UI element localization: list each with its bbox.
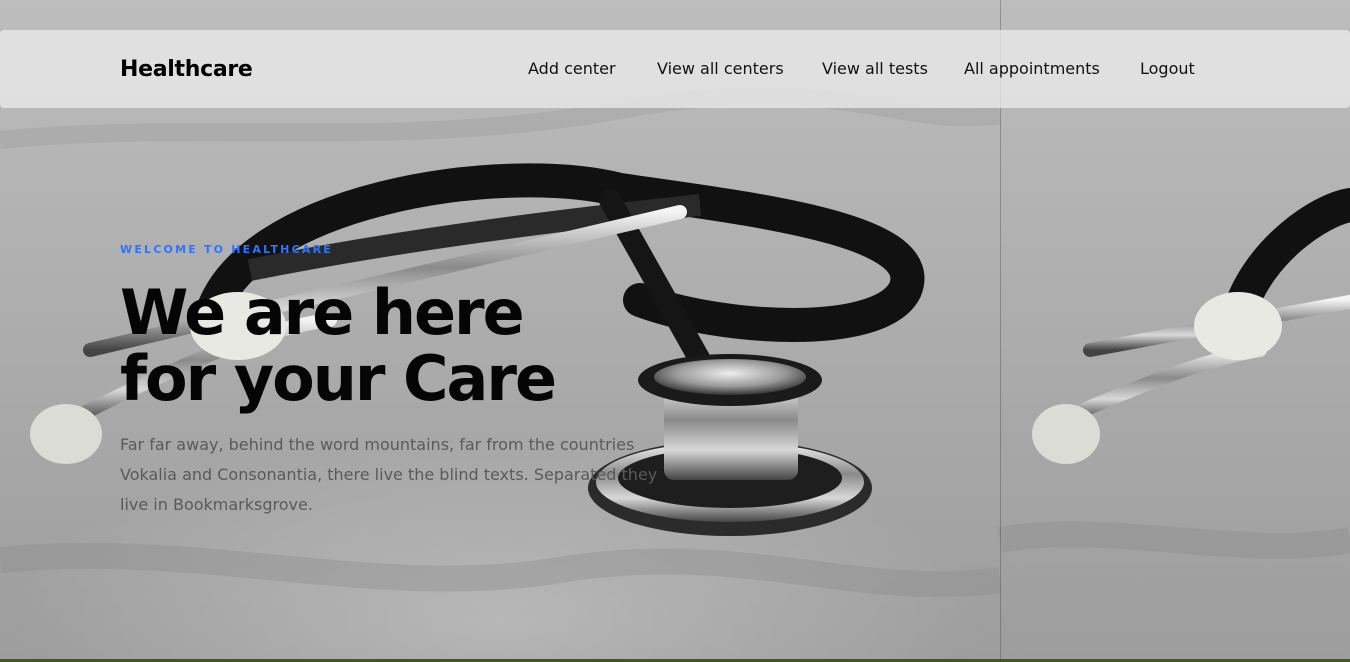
hero-headline-line2: for your Care — [120, 342, 557, 415]
nav-link-view-all-centers[interactable]: View all centers — [657, 59, 784, 78]
hero-description: Far far away, behind the word mountains,… — [120, 435, 658, 514]
hero-headline: We are here for your Care — [120, 280, 680, 412]
nav-link-all-appointments[interactable]: All appointments — [964, 59, 1100, 78]
nav-link-view-all-tests[interactable]: View all tests — [822, 59, 928, 78]
nav-link-logout[interactable]: Logout — [1140, 59, 1195, 78]
top-navbar: Healthcare Add center View all centers V… — [0, 30, 1350, 108]
hero-headline-line1: We are here — [120, 276, 525, 349]
nav-link-add-center[interactable]: Add center — [528, 59, 616, 78]
brand-logo[interactable]: Healthcare — [120, 57, 253, 82]
hero-eyebrow: WELCOME TO HEALTHCARE — [120, 243, 333, 256]
